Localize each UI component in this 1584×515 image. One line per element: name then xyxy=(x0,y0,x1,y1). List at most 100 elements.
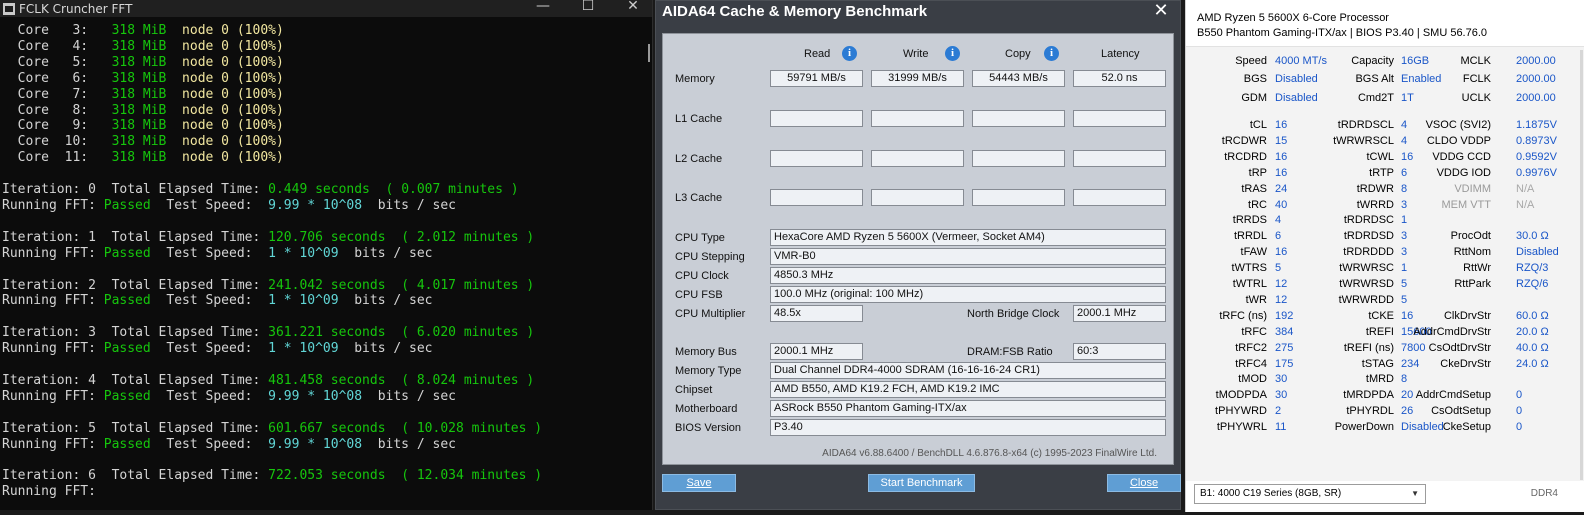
timing-value: Disabled xyxy=(1516,246,1559,259)
timing-value: 12 xyxy=(1275,293,1288,306)
terminal-titlebar: FCLK Cruncher FFT — ☐ ✕ xyxy=(0,0,652,17)
cpu-fsb-value: 100.0 MHz (original: 100 MHz) xyxy=(770,286,1166,303)
timing-value: 6 xyxy=(1275,230,1282,243)
start-benchmark-button[interactable]: Start Benchmark xyxy=(868,474,975,492)
l1-copy xyxy=(972,110,1065,127)
info-icon[interactable]: i xyxy=(1044,46,1059,61)
timing-label: tRTP xyxy=(1369,166,1394,179)
iteration-line: Iteration: 6 Total Elapsed Time: 722.053… xyxy=(2,468,652,484)
fft-speed: 9.99 * 10^08 xyxy=(268,436,363,452)
timing-label: tPHYWRD xyxy=(1215,405,1267,418)
l2-write xyxy=(871,150,964,167)
timing-label: tRCDRD xyxy=(1224,150,1267,163)
timing-label: VDDG CCD xyxy=(1432,150,1491,163)
timing-value: 1 xyxy=(1401,214,1408,227)
maximize-icon[interactable]: ☐ xyxy=(565,0,611,17)
iteration-number: 0 xyxy=(88,182,96,198)
iteration-line: Iteration: 1 Total Elapsed Time: 120.706… xyxy=(2,230,652,246)
save-button[interactable]: Save xyxy=(662,474,736,492)
iteration-word: Iteration: xyxy=(2,229,81,245)
terminal-output: Core 3: 318 MiB node 0 (100%) Core 4: 31… xyxy=(0,17,652,500)
speed-word: Test Speed: xyxy=(166,245,253,261)
fft-status: Passed xyxy=(103,436,151,452)
timing-label: RttWr xyxy=(1463,262,1491,275)
iteration-number: 1 xyxy=(88,229,96,245)
timing-value: 16 xyxy=(1275,119,1288,131)
timing-value: 16 xyxy=(1275,150,1288,163)
close-icon[interactable]: ✕ xyxy=(610,0,652,17)
iteration-word: Iteration: xyxy=(2,277,81,293)
timing-value: 60.0 Ω xyxy=(1516,309,1549,322)
terminal-scrollbar[interactable] xyxy=(648,44,650,62)
iteration-word: Iteration: xyxy=(2,372,81,388)
timing-value: 2 xyxy=(1275,405,1282,418)
timing-value: Enabled xyxy=(1401,73,1442,86)
timing-value: Disabled xyxy=(1275,73,1318,86)
aida-version-footer: AIDA64 v6.88.6400 / BenchDLL 4.6.876.8-x… xyxy=(822,448,1157,459)
memory-latency: 52.0 ns xyxy=(1073,70,1166,87)
memory-bus-label: Memory Bus xyxy=(675,346,737,358)
timing-value: 175 xyxy=(1275,357,1294,370)
timing-value: 1 xyxy=(1401,262,1408,275)
timing-value: 11 xyxy=(1275,421,1287,434)
timing-value: 3 xyxy=(1401,198,1408,211)
elapsed-word: Total Elapsed Time: xyxy=(111,182,261,198)
info-icon[interactable]: i xyxy=(945,46,960,61)
speed-units: bits / sec xyxy=(354,245,433,261)
cpu-stepping-label: CPU Stepping xyxy=(675,251,745,263)
core-label: Core 4: xyxy=(17,38,89,54)
timing-value: 7800 xyxy=(1401,341,1426,354)
core-node: node 0 (100%) xyxy=(182,150,284,166)
timing-value: 1T xyxy=(1401,91,1414,104)
iteration-number: 6 xyxy=(88,468,96,484)
timing-label: tRFC xyxy=(1241,325,1267,338)
iteration-word: Iteration: xyxy=(2,182,81,198)
running-word: Running FFT: xyxy=(2,341,96,357)
elapsed-minutes: ( 12.034 minutes ) xyxy=(401,468,543,484)
fft-status: Passed xyxy=(103,388,151,404)
core-node: node 0 (100%) xyxy=(182,134,284,150)
cpu-name: AMD Ryzen 5 5600X 6-Core Processor xyxy=(1197,12,1389,24)
iteration-line: Iteration: 2 Total Elapsed Time: 241.042… xyxy=(2,278,652,294)
timing-label: MCLK xyxy=(1460,55,1491,67)
close-icon[interactable]: ✕ xyxy=(1150,1,1172,23)
core-node: node 0 (100%) xyxy=(182,70,284,86)
speed-units: bits / sec xyxy=(377,388,456,404)
timing-label: UCLK xyxy=(1461,91,1491,104)
cpu-multiplier-label: CPU Multiplier xyxy=(675,308,746,320)
elapsed-minutes: ( 6.020 minutes ) xyxy=(401,325,535,341)
close-button[interactable]: Close xyxy=(1107,474,1181,492)
timing-label: tWRWRSC xyxy=(1339,262,1394,275)
core-line: Core 11: 318 MiB node 0 (100%) xyxy=(2,150,652,166)
fft-speed: 1 * 10^09 xyxy=(268,245,339,261)
nb-clock-value: 2000.1 MHz xyxy=(1073,305,1166,322)
info-icon[interactable]: i xyxy=(842,46,857,61)
core-line: Core 8: 318 MiB node 0 (100%) xyxy=(2,103,652,119)
timing-value: 0 xyxy=(1516,421,1523,434)
timing-value: 2000.00 xyxy=(1516,55,1556,67)
fft-status: Passed xyxy=(103,197,151,213)
elapsed-word: Total Elapsed Time: xyxy=(111,468,261,484)
timing-label: tWTRS xyxy=(1231,262,1267,275)
memory-module-select[interactable]: B1: 4000 C19 Series (8GB, SR) ▼ xyxy=(1194,484,1426,504)
fft-status: Passed xyxy=(103,245,151,261)
timing-label: tMRD xyxy=(1365,373,1394,386)
speed-word: Test Speed: xyxy=(166,293,253,309)
fft-line: Running FFT: Passed Test Speed: 9.99 * 1… xyxy=(2,198,652,214)
terminal-title: FCLK Cruncher FFT xyxy=(19,1,133,16)
zen-scrollbar[interactable] xyxy=(1580,50,1583,480)
minimize-icon[interactable]: — xyxy=(520,0,566,17)
timing-label: VSOC (SVI2) xyxy=(1425,119,1491,131)
timing-value: 0.9976V xyxy=(1516,166,1557,179)
core-label: Core 3: xyxy=(17,23,89,38)
header-write: Write xyxy=(903,48,929,60)
row-label-l3: L3 Cache xyxy=(675,192,723,204)
timing-value: 4 xyxy=(1401,134,1408,147)
timing-value: Disabled xyxy=(1275,91,1318,104)
speed-units: bits / sec xyxy=(377,436,456,452)
timing-value: 192 xyxy=(1275,309,1294,322)
timing-value: Disabled xyxy=(1401,421,1444,434)
timing-label: tRFC2 xyxy=(1235,341,1267,354)
l1-latency xyxy=(1073,110,1166,127)
iteration-number: 3 xyxy=(88,325,96,341)
